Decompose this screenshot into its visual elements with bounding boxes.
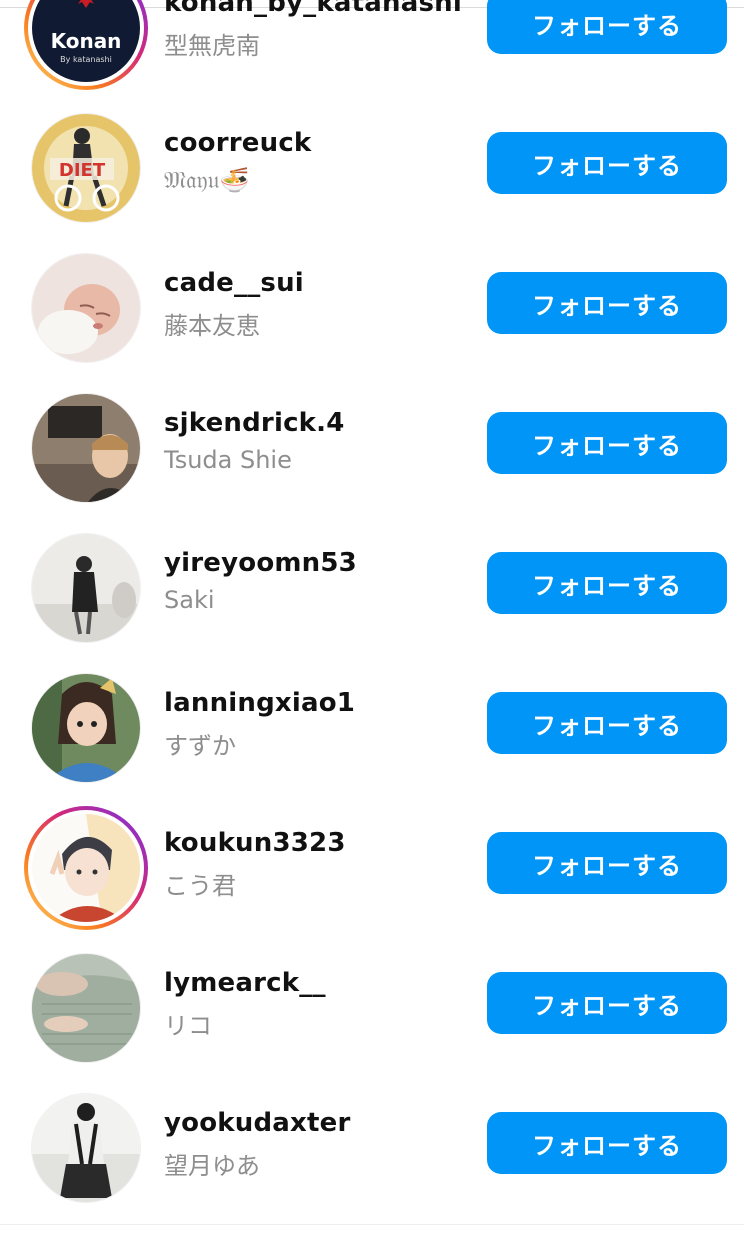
fullname: 𝔐𝔞𝔶𝔲🍜 — [164, 166, 250, 194]
avatar[interactable] — [32, 254, 140, 362]
avatar-image — [32, 1094, 140, 1202]
fullname: 藤本友恵 — [164, 312, 260, 340]
list-item: sjkendrick.4 Tsuda Shie フォローする — [0, 378, 744, 518]
avatar-logo-text: Konan — [51, 29, 122, 53]
username[interactable]: lymearck__ — [164, 968, 326, 998]
avatar-image — [32, 814, 140, 922]
suggestion-list: Konan By katanashi konan_by_katanashi 型無… — [0, 0, 744, 1240]
username[interactable]: yookudaxter — [164, 1108, 351, 1138]
fullname: Tsuda Shie — [164, 446, 292, 474]
avatar[interactable] — [32, 394, 140, 502]
fullname: こう君 — [164, 872, 236, 900]
avatar-image: DIET — [32, 114, 140, 222]
follow-button[interactable]: フォローする — [487, 1112, 727, 1174]
username[interactable]: lanningxiao1 — [164, 688, 355, 718]
follow-button[interactable]: フォローする — [487, 692, 727, 754]
avatar-image — [32, 954, 140, 1062]
list-item: yookudaxter 望月ゆあ フォローする — [0, 1078, 744, 1218]
list-item: lymearck__ リコ フォローする — [0, 938, 744, 1078]
bottom-divider — [0, 1224, 744, 1225]
follow-button[interactable]: フォローする — [487, 552, 727, 614]
username[interactable]: konan_by_katanashi — [164, 0, 462, 18]
follow-button[interactable]: フォローする — [487, 972, 727, 1034]
username[interactable]: yireyoomn53 — [164, 548, 357, 578]
avatar[interactable] — [32, 954, 140, 1062]
follow-button[interactable]: フォローする — [487, 412, 727, 474]
follow-button[interactable]: フォローする — [487, 272, 727, 334]
list-item: lanningxiao1 すずか フォローする — [0, 658, 744, 798]
list-item: cade__sui 藤本友恵 フォローする — [0, 238, 744, 378]
fullname: リコ — [164, 1012, 212, 1040]
username[interactable]: sjkendrick.4 — [164, 408, 345, 438]
username[interactable]: koukun3323 — [164, 828, 346, 858]
avatar[interactable]: Konan By katanashi — [24, 0, 148, 90]
follow-button[interactable]: フォローする — [487, 132, 727, 194]
username[interactable]: cade__sui — [164, 268, 304, 298]
follow-button[interactable]: フォローする — [487, 832, 727, 894]
avatar-logo-sub: By katanashi — [60, 55, 112, 64]
avatar[interactable] — [32, 674, 140, 782]
list-item: DIET coorreuck 𝔐𝔞𝔶𝔲🍜 フォローする — [0, 98, 744, 238]
avatar[interactable]: DIET — [32, 114, 140, 222]
avatar[interactable] — [32, 1094, 140, 1202]
fullname: 望月ゆあ — [164, 1152, 260, 1180]
list-item: Konan By katanashi konan_by_katanashi 型無… — [0, 0, 744, 98]
avatar-image — [32, 394, 140, 502]
avatar[interactable] — [24, 806, 148, 930]
avatar-sign-text: DIET — [59, 160, 106, 181]
avatar[interactable] — [32, 534, 140, 642]
follow-button[interactable]: フォローする — [487, 0, 727, 54]
username[interactable]: coorreuck — [164, 128, 311, 158]
avatar-image — [32, 254, 140, 362]
fullname: 型無虎南 — [164, 32, 260, 60]
list-item: yireyoomn53 Saki フォローする — [0, 518, 744, 658]
avatar-image — [32, 534, 140, 642]
fullname: すずか — [164, 732, 236, 760]
avatar-image — [32, 674, 140, 782]
list-item: koukun3323 こう君 フォローする — [0, 798, 744, 938]
fullname: Saki — [164, 586, 215, 614]
